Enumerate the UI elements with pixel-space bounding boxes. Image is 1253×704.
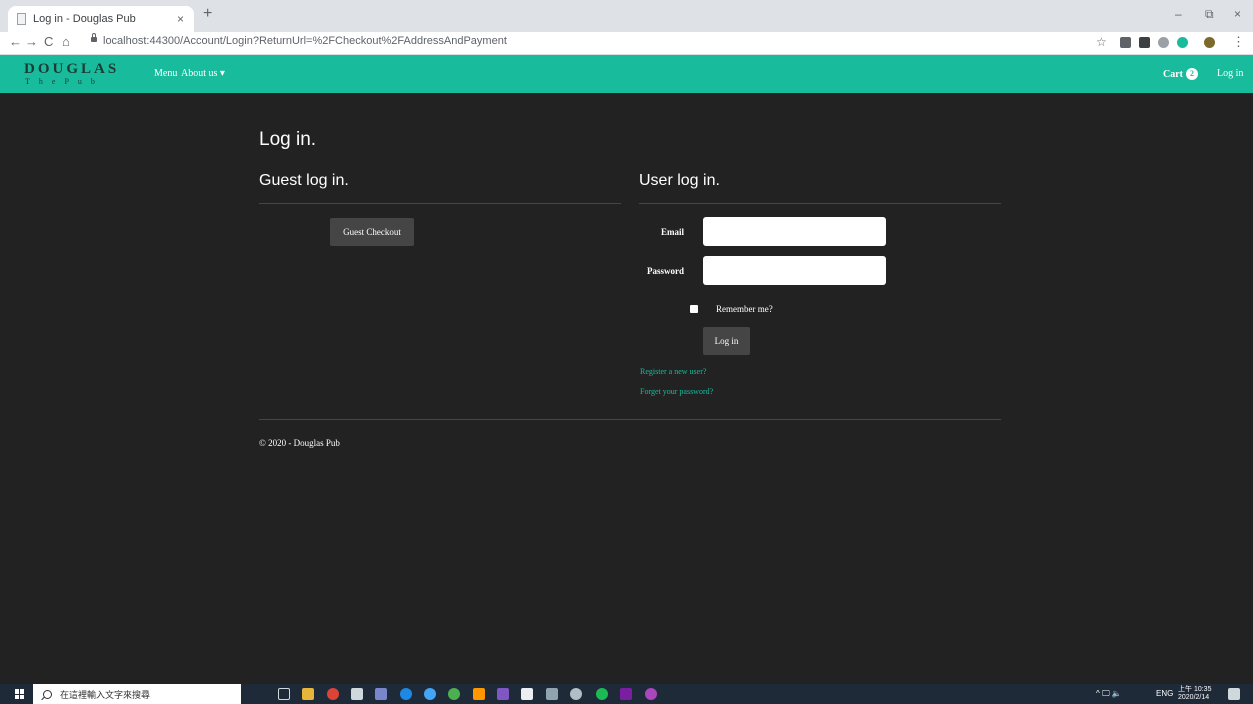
chrome-icon[interactable] xyxy=(327,688,339,700)
app-icon[interactable] xyxy=(497,688,509,700)
notification-icon[interactable] xyxy=(1228,688,1240,700)
app-icon[interactable] xyxy=(473,688,485,700)
internet-explorer-icon[interactable] xyxy=(424,688,436,700)
profile-avatar[interactable] xyxy=(1204,37,1215,48)
brand-subtitle: ThePub xyxy=(25,77,104,86)
minimize-button[interactable]: – xyxy=(1175,7,1182,21)
password-label: Password xyxy=(646,266,684,276)
cart-count-badge: 2 xyxy=(1186,68,1198,80)
login-button[interactable]: Log in xyxy=(703,327,750,355)
extension-icon[interactable] xyxy=(1158,37,1169,48)
address-bar: ← → C ⌂ localhost:44300/Account/Login?Re… xyxy=(0,32,1253,55)
app-icon[interactable] xyxy=(375,688,387,700)
site-navbar: DOUGLAS ThePub Menu About us ▾ Cart 2 Lo… xyxy=(0,55,1253,93)
forward-button[interactable]: → xyxy=(25,34,38,49)
store-icon[interactable] xyxy=(521,688,533,700)
os-taskbar: 在這裡輸入文字來搜尋 ^ 🖵 🔈 ENG 上午 10:35 2020/2/14 xyxy=(0,684,1253,704)
extension-icon[interactable] xyxy=(1177,37,1188,48)
brand-logo[interactable]: DOUGLAS xyxy=(24,62,119,77)
register-link[interactable]: Register a new user? xyxy=(640,367,706,376)
divider xyxy=(639,203,1001,204)
tab-title: Log in - Douglas Pub xyxy=(33,13,136,25)
tab-close-icon[interactable]: × xyxy=(177,12,184,26)
search-icon xyxy=(43,689,52,699)
back-button[interactable]: ← xyxy=(9,34,22,49)
steam-icon[interactable] xyxy=(570,688,582,700)
nav-about-dropdown[interactable]: About us ▾ xyxy=(181,68,225,79)
browser-menu-icon[interactable]: ⋮ xyxy=(1232,34,1245,50)
task-view-icon[interactable] xyxy=(278,688,290,700)
taskbar-search[interactable]: 在這裡輸入文字來搜尋 xyxy=(33,684,241,704)
utorrent-icon[interactable] xyxy=(448,688,460,700)
remember-me-checkbox[interactable] xyxy=(690,305,698,313)
url-field[interactable]: localhost:44300/Account/Login?ReturnUrl=… xyxy=(103,35,507,47)
guest-login-heading: Guest log in. xyxy=(259,172,349,189)
browser-tab-bar: Log in - Douglas Pub × + – ⧉ × xyxy=(0,0,1253,32)
nav-login-link[interactable]: Log in xyxy=(1217,68,1243,79)
forgot-password-link[interactable]: Forget your password? xyxy=(640,387,713,396)
email-input[interactable] xyxy=(703,217,886,246)
divider xyxy=(259,203,621,204)
extension-icon[interactable] xyxy=(1139,37,1150,48)
edge-icon[interactable] xyxy=(400,688,412,700)
visual-studio-icon[interactable] xyxy=(620,688,632,700)
restore-button[interactable]: ⧉ xyxy=(1205,7,1214,22)
app-icon[interactable] xyxy=(645,688,657,700)
nav-menu-link[interactable]: Menu xyxy=(154,68,177,79)
bookmark-star-icon[interactable]: ☆ xyxy=(1096,35,1107,49)
spotify-icon[interactable] xyxy=(596,688,608,700)
app-icon[interactable] xyxy=(546,688,558,700)
mail-icon[interactable] xyxy=(351,688,363,700)
cart-link[interactable]: Cart 2 xyxy=(1163,68,1198,80)
cart-label: Cart xyxy=(1163,68,1183,80)
home-button[interactable]: ⌂ xyxy=(62,34,70,49)
guest-checkout-button[interactable]: Guest Checkout xyxy=(330,218,414,246)
page-favicon-icon xyxy=(17,13,26,25)
footer-divider xyxy=(259,419,1001,420)
tray-time[interactable]: 上午 10:35 xyxy=(1178,684,1211,694)
tray-icons[interactable]: ^ 🖵 🔈 xyxy=(1096,689,1122,699)
footer-text: © 2020 - Douglas Pub xyxy=(259,438,340,448)
taskbar-search-placeholder: 在這裡輸入文字來搜尋 xyxy=(60,689,151,700)
page-title: Log in. xyxy=(259,129,317,150)
password-input[interactable] xyxy=(703,256,886,285)
browser-tab[interactable]: Log in - Douglas Pub × xyxy=(8,6,194,32)
windows-start-icon[interactable] xyxy=(15,689,25,699)
new-tab-button[interactable]: + xyxy=(203,5,212,23)
extension-icon[interactable] xyxy=(1120,37,1131,48)
user-login-heading: User log in. xyxy=(639,172,720,189)
window-close-button[interactable]: × xyxy=(1234,7,1241,21)
remember-me-label: Remember me? xyxy=(716,304,773,314)
email-label: Email xyxy=(660,227,684,237)
file-explorer-icon[interactable] xyxy=(302,688,314,700)
tray-date[interactable]: 2020/2/14 xyxy=(1178,694,1209,701)
lock-icon xyxy=(91,33,97,42)
reload-button[interactable]: C xyxy=(44,34,53,49)
tray-language[interactable]: ENG xyxy=(1156,689,1173,698)
